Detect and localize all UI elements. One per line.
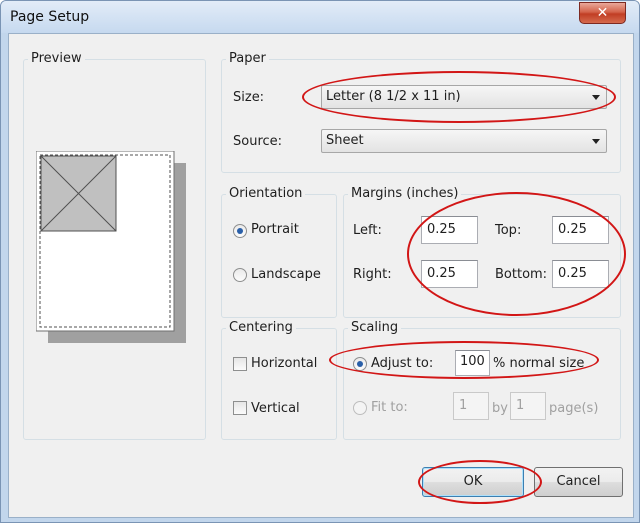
top-margin-label: Top:: [495, 223, 522, 238]
orientation-label: Orientation: [226, 186, 306, 201]
fit-wide-input[interactable]: 1: [453, 392, 489, 420]
horizontal-label[interactable]: Horizontal: [251, 356, 317, 371]
margins-group: [343, 194, 621, 318]
adjust-to-radio[interactable]: [353, 357, 367, 371]
vertical-label[interactable]: Vertical: [251, 401, 300, 416]
paper-source-value: Sheet: [326, 133, 364, 148]
margins-label: Margins (inches): [348, 186, 462, 201]
fit-to-radio[interactable]: [353, 401, 367, 415]
close-icon: ✕: [596, 5, 609, 21]
fit-by-label: by: [492, 401, 508, 416]
adjust-to-suffix: % normal size: [493, 356, 585, 371]
top-margin-input[interactable]: 0.25: [552, 216, 609, 244]
right-margin-input[interactable]: 0.25: [421, 260, 478, 288]
left-margin-input[interactable]: 0.25: [421, 216, 478, 244]
ok-button[interactable]: OK: [422, 467, 524, 497]
landscape-label[interactable]: Landscape: [251, 267, 321, 282]
landscape-radio[interactable]: [233, 268, 247, 282]
page-preview-image: [36, 151, 186, 343]
portrait-radio[interactable]: [233, 224, 247, 238]
chevron-down-icon: [592, 139, 600, 144]
orientation-group: [221, 194, 337, 318]
adjust-to-label[interactable]: Adjust to:: [371, 356, 433, 371]
horizontal-checkbox[interactable]: [233, 357, 247, 371]
left-margin-label: Left:: [353, 223, 382, 238]
title-bar[interactable]: Page Setup ✕: [1, 1, 639, 33]
scaling-group: [343, 328, 621, 440]
preview-label: Preview: [28, 51, 85, 66]
dialog-body: Preview Paper Size: Letter (8 1/2 x 11 i…: [8, 33, 634, 518]
vertical-checkbox[interactable]: [233, 401, 247, 415]
window-title: Page Setup: [10, 9, 90, 25]
bottom-margin-label: Bottom:: [495, 267, 548, 282]
fit-to-label[interactable]: Fit to:: [371, 400, 408, 415]
centering-group: [221, 328, 337, 440]
cancel-button[interactable]: Cancel: [534, 467, 623, 497]
fit-tall-input[interactable]: 1: [510, 392, 546, 420]
paper-label: Paper: [226, 51, 269, 66]
adjust-to-input[interactable]: 100: [455, 350, 490, 376]
right-margin-label: Right:: [353, 267, 392, 282]
page-setup-window: Page Setup ✕ Preview Paper Size: Letter …: [0, 0, 640, 523]
chevron-down-icon: [592, 95, 600, 100]
source-label: Source:: [233, 134, 283, 149]
paper-size-dropdown[interactable]: Letter (8 1/2 x 11 in): [321, 85, 607, 109]
portrait-label[interactable]: Portrait: [251, 222, 299, 237]
paper-source-dropdown[interactable]: Sheet: [321, 129, 607, 153]
fit-pages-suffix: page(s): [549, 401, 599, 416]
close-button[interactable]: ✕: [579, 2, 626, 24]
scaling-label: Scaling: [348, 320, 402, 335]
paper-size-value: Letter (8 1/2 x 11 in): [326, 89, 461, 104]
size-label: Size:: [233, 90, 265, 105]
bottom-margin-input[interactable]: 0.25: [552, 260, 609, 288]
paper-group: [221, 59, 621, 173]
centering-label: Centering: [226, 320, 296, 335]
